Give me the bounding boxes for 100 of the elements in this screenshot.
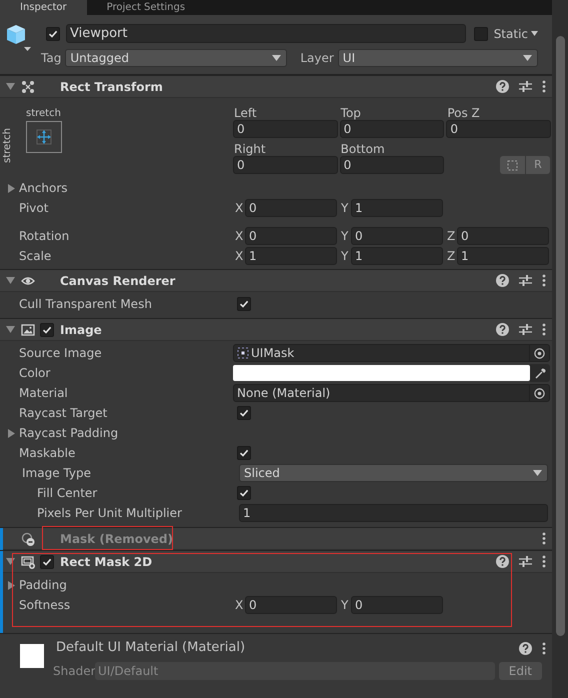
field-label: Source Image xyxy=(19,345,102,362)
axis-label: X xyxy=(234,200,244,217)
input-field[interactable]: 1 xyxy=(457,247,549,265)
field-label: Image Type xyxy=(22,465,91,482)
checkbox[interactable] xyxy=(40,554,54,568)
check-icon xyxy=(239,299,249,309)
tab[interactable]: Inspector xyxy=(0,0,87,15)
check-icon xyxy=(42,324,52,334)
input-field[interactable]: 0 xyxy=(245,227,337,245)
axis-label: Z xyxy=(446,228,456,245)
sliders-icon xyxy=(519,274,532,287)
axis-label: Y xyxy=(340,200,350,217)
object-picker-icon xyxy=(534,388,545,398)
input-field[interactable]: 0 xyxy=(340,156,444,174)
more-options-icon xyxy=(542,274,546,287)
input-field[interactable]: 0 xyxy=(457,227,549,245)
sliders-icon xyxy=(519,323,532,336)
check-icon xyxy=(42,556,52,566)
cube-icon xyxy=(5,23,31,53)
dropdown[interactable]: Untagged xyxy=(65,49,288,67)
input-field[interactable]: 0 xyxy=(233,156,338,174)
axis-label: Z xyxy=(446,248,456,265)
axis-label: X xyxy=(234,248,244,265)
object-field[interactable]: UIMask xyxy=(233,344,550,362)
check-icon xyxy=(239,488,249,498)
axis-label: Y xyxy=(340,597,350,614)
input-field[interactable]: 1 xyxy=(351,199,443,217)
axis-label: X xyxy=(234,228,244,245)
eyedropper-icon xyxy=(534,368,546,378)
checkbox[interactable] xyxy=(237,446,251,460)
caret-icon xyxy=(523,55,532,61)
input-field[interactable]: 0 xyxy=(245,199,337,217)
anchor-preset-label: stretch xyxy=(0,128,14,163)
input-field[interactable]: 1 xyxy=(351,247,443,265)
input-field[interactable]: 0 xyxy=(233,120,338,138)
field-label: Left xyxy=(233,105,258,120)
dropdown[interactable]: UI xyxy=(338,49,538,67)
component-title: Rect Transform xyxy=(60,78,163,96)
field-label: Raycast Target xyxy=(19,405,108,422)
name-field[interactable]: Viewport xyxy=(66,24,466,43)
material-title: Default UI Material (Material) xyxy=(56,639,246,658)
field-label: Pixels Per Unit Multiplier xyxy=(37,505,182,522)
dashed-square-icon xyxy=(506,160,518,170)
input-field[interactable]: 0 xyxy=(351,227,443,245)
field-label: Pos Z xyxy=(446,105,481,120)
axis-label: Y xyxy=(340,228,350,245)
checkbox[interactable] xyxy=(237,406,251,420)
help-icon xyxy=(519,642,532,654)
field-label: Pivot xyxy=(19,200,48,217)
dropdown[interactable]: Sliced xyxy=(239,464,548,482)
image-icon xyxy=(21,322,35,336)
rect-mask-icon xyxy=(21,554,35,568)
input-field[interactable]: 0 xyxy=(340,120,444,138)
field-label: Softness xyxy=(19,597,70,614)
field-label: Top xyxy=(340,105,362,120)
checkbox[interactable] xyxy=(237,297,251,311)
help-icon xyxy=(496,80,509,93)
foldout[interactable]: Anchors xyxy=(0,179,233,197)
caret-icon xyxy=(531,31,538,36)
foldout[interactable]: Padding xyxy=(0,576,233,594)
anchor-preset-button[interactable] xyxy=(26,121,62,153)
help-icon xyxy=(496,274,509,287)
check-icon xyxy=(48,28,58,38)
static-dropdown[interactable]: Static xyxy=(494,24,552,42)
blueprint-mode-button[interactable] xyxy=(500,156,525,174)
caret-icon xyxy=(533,470,542,476)
object-picker-icon xyxy=(534,348,545,358)
tab[interactable]: Project Settings xyxy=(86,0,206,15)
field-label: Bottom xyxy=(340,141,386,156)
checkbox[interactable] xyxy=(474,26,488,40)
sliders-icon xyxy=(519,555,532,568)
input-field[interactable]: 0 xyxy=(446,120,551,138)
foldout[interactable]: Raycast Padding xyxy=(0,424,233,442)
more-options-icon xyxy=(542,532,546,545)
object-field[interactable]: None (Material) xyxy=(233,384,550,402)
field-label: Rotation xyxy=(19,228,70,245)
help-icon xyxy=(496,555,509,568)
material-preview xyxy=(20,644,44,668)
scrollbar-thumb[interactable] xyxy=(556,36,564,636)
component-title: Mask (Removed) xyxy=(60,530,173,548)
field-label: Cull Transparent Mesh xyxy=(19,296,152,313)
checkbox[interactable] xyxy=(46,26,60,40)
more-options-icon xyxy=(542,323,546,336)
component-title: Rect Mask 2D xyxy=(60,554,152,570)
scrollbar[interactable] xyxy=(552,0,568,698)
checkbox[interactable] xyxy=(237,486,251,500)
rect-transform-icon xyxy=(21,80,35,94)
caret-icon xyxy=(272,55,282,61)
check-icon xyxy=(239,408,249,418)
anchor-preset-label: stretch xyxy=(26,107,61,121)
input-field[interactable]: 1 xyxy=(245,247,337,265)
color-swatch[interactable] xyxy=(233,365,530,381)
checkbox[interactable] xyxy=(40,322,54,336)
input-field[interactable]: 0 xyxy=(245,596,337,614)
more-options-icon xyxy=(542,642,546,654)
component-removed-icon xyxy=(21,532,35,546)
field-label: Color xyxy=(19,365,50,382)
input-field[interactable]: 0 xyxy=(351,596,443,614)
input-field[interactable]: 1 xyxy=(239,504,548,522)
tag-label: Tag xyxy=(41,50,62,67)
